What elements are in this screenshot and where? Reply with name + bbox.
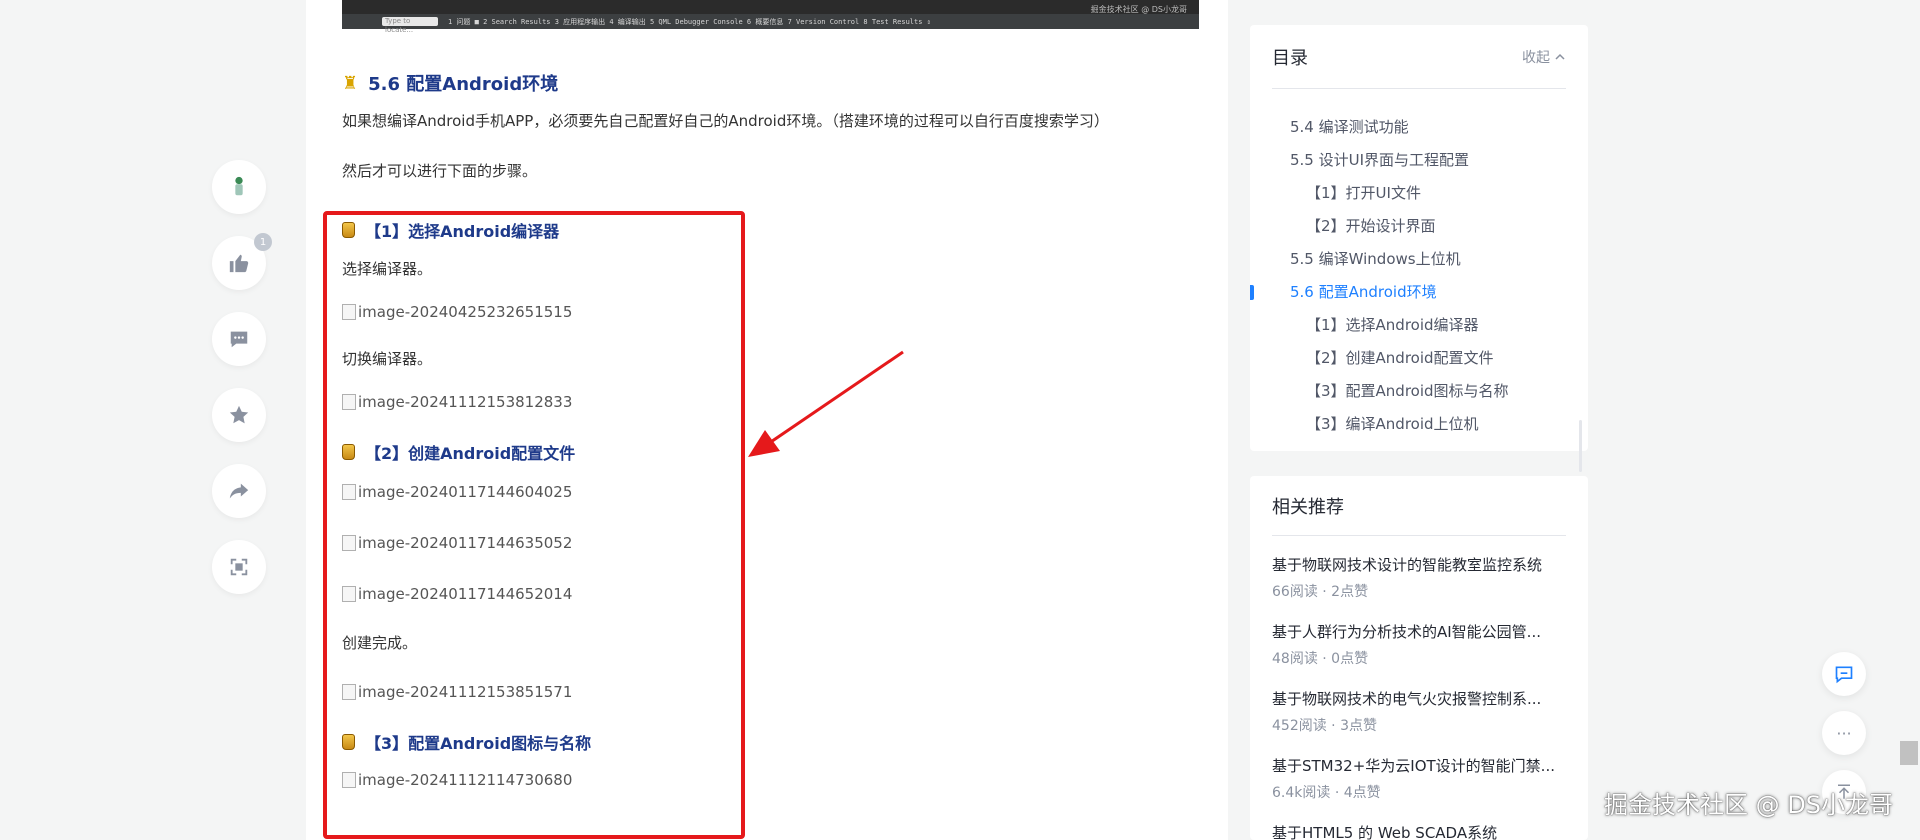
step2-done-text: 创建完成。 (342, 634, 418, 652)
ide-bottom-toolbar: Type to locate... 1 问题 ■ 2 Search Result… (342, 14, 1199, 34)
broken-image-icon (342, 684, 356, 700)
broken-image: image-20240425232651515 (342, 300, 1202, 324)
image-alt-text: image-20241112153812833 (358, 393, 573, 411)
related-item-title[interactable]: 基于人群行为分析技术的AI智能公园管... (1272, 621, 1566, 642)
toc-scrollbar[interactable] (1579, 420, 1582, 472)
like-count-badge: 1 (254, 233, 272, 251)
red-annotation-arrow-icon (748, 350, 904, 457)
toc-header: 目录 收起 (1272, 25, 1566, 89)
comment-button[interactable] (212, 312, 266, 366)
chevron-up-icon (1555, 53, 1565, 60)
avatar-figure-icon (235, 176, 243, 196)
toc-collapse-label: 收起 (1522, 49, 1550, 66)
star-icon (229, 405, 249, 424)
broken-image: image-20241112153851571 (342, 680, 1202, 704)
related-item-meta: 48阅读 · 0点赞 (1272, 651, 1369, 667)
broken-image-icon (342, 772, 356, 788)
image-alt-text: image-20240117144604025 (358, 483, 573, 501)
step3-heading: 【3】配置Android图标与名称 (342, 730, 1202, 754)
related-title: 相关推荐 (1272, 476, 1566, 536)
toc-item-active[interactable]: 5.6 配置Android环境 (1250, 276, 1570, 309)
step1-text: 选择编译器。 (342, 260, 433, 278)
image-alt-text: image-20240117144652014 (358, 585, 573, 603)
page-scrollbar-thumb[interactable] (1900, 741, 1918, 765)
related-item[interactable]: 基于人群行为分析技术的AI智能公园管... 48阅读 · 0点赞 (1272, 603, 1566, 670)
then-paragraph: 然后才可以进行下面的步骤。 (342, 162, 538, 180)
broken-image-icon (342, 394, 356, 410)
related-item-title[interactable]: 基于HTML5 的 Web SCADA系统 (1272, 822, 1566, 840)
step1-title: 【1】选择Android编译器 (365, 222, 560, 241)
focus-frame-icon (230, 558, 248, 576)
like-button[interactable]: 1 (212, 233, 272, 290)
related-item-title[interactable]: 基于STM32+华为云IOT设计的智能门禁... (1272, 755, 1566, 776)
ide-screenshot-image: 掘金技术社区 @ DS小龙哥 Type to locate... 1 问题 ■ … (342, 0, 1199, 34)
related-item[interactable]: 基于物联网技术的电气火灾报警控制系... 452阅读 · 3点赞 (1272, 670, 1566, 737)
table-of-contents: 目录 收起 5.4 编译测试功能 5.5 设计UI界面与工程配置 【1】打开UI… (1250, 25, 1588, 472)
intro-paragraph: 如果想编译Android手机APP，必须要先自己配置好自己的Android环境。… (342, 112, 1109, 130)
broken-image: image-20240117144604025 (342, 480, 1202, 504)
share-button[interactable] (212, 464, 266, 518)
bullet-emoji-icon (342, 222, 355, 238)
related-item[interactable]: 基于STM32+华为云IOT设计的智能门禁... 6.4k阅读 · 4点赞 (1272, 737, 1566, 804)
step1-heading: 【1】选择Android编译器 (342, 218, 1202, 242)
section-title: 5.6 配置Android环境 (368, 74, 559, 95)
site-watermark: 掘金技术社区 @ DS小龙哥 (1604, 791, 1893, 819)
broken-image-icon (342, 535, 356, 551)
bullet-emoji-icon (342, 734, 355, 750)
article-action-rail: 1 (212, 160, 272, 616)
more-dots-icon: ··· (1836, 723, 1852, 743)
toc-item[interactable]: 【1】选择Android编译器 (1250, 309, 1570, 342)
step2-title: 【2】创建Android配置文件 (365, 444, 576, 463)
author-avatar[interactable] (212, 160, 266, 214)
toc-item[interactable]: 5.5 设计UI界面与工程配置 (1250, 144, 1570, 177)
more-button[interactable]: ··· (1822, 711, 1866, 755)
related-item-meta: 66阅读 · 2点赞 (1272, 584, 1369, 600)
section-heading: ♜ 5.6 配置Android环境 (342, 68, 1202, 98)
toc-item[interactable]: 【2】创建Android配置文件 (1250, 342, 1570, 375)
step3-title: 【3】配置Android图标与名称 (365, 734, 592, 753)
toc-collapse-button[interactable]: 收起 (1522, 47, 1566, 67)
broken-image: image-20240117144652014 (342, 582, 1202, 606)
broken-image-icon (342, 304, 356, 320)
related-item-meta: 452阅读 · 3点赞 (1272, 718, 1377, 734)
toc-item[interactable]: 【3】编译Android上位机 (1250, 408, 1570, 441)
comment-icon (230, 331, 248, 348)
related-item-title[interactable]: 基于物联网技术设计的智能教室监控系统 (1272, 554, 1566, 575)
toc-list: 5.4 编译测试功能 5.5 设计UI界面与工程配置 【1】打开UI文件 【2】… (1250, 111, 1570, 441)
fullscreen-button[interactable] (212, 540, 266, 594)
chat-bubble-icon (1835, 666, 1853, 684)
related-item-meta: 6.4k阅读 · 4点赞 (1272, 785, 1381, 801)
toc-item[interactable]: 【1】打开UI文件 (1250, 177, 1570, 210)
favorite-button[interactable] (212, 388, 266, 442)
toc-item[interactable]: 【3】配置Android图标与名称 (1250, 375, 1570, 408)
broken-image: image-20241112114730680 (342, 768, 1202, 792)
toc-item[interactable]: 5.4 编译测试功能 (1250, 111, 1570, 144)
heading-emoji-icon: ♜ (342, 72, 359, 94)
related-articles: 相关推荐 基于物联网技术设计的智能教室监控系统 66阅读 · 2点赞 基于人群行… (1250, 476, 1588, 840)
bullet-emoji-icon (342, 444, 355, 460)
broken-image: image-20240117144635052 (342, 531, 1202, 555)
image-alt-text: image-20241112153851571 (358, 683, 573, 701)
broken-image-icon (342, 586, 356, 602)
broken-image-icon (342, 484, 356, 500)
related-item[interactable]: 基于HTML5 的 Web SCADA系统 (1272, 804, 1566, 840)
feedback-button[interactable] (1822, 652, 1866, 696)
image-alt-text: image-20240425232651515 (358, 303, 573, 321)
ide-output-tabs: 1 问题 ■ 2 Search Results 3 应用程序输出 4 编译输出 … (448, 17, 931, 26)
locate-box: Type to locate... (382, 17, 438, 34)
toc-item[interactable]: 5.5 编译Windows上位机 (1250, 243, 1570, 276)
related-item[interactable]: 基于物联网技术设计的智能教室监控系统 66阅读 · 2点赞 (1272, 536, 1566, 603)
image-alt-text: image-20240117144635052 (358, 534, 573, 552)
image-alt-text: image-20241112114730680 (358, 771, 573, 789)
toc-title: 目录 (1272, 47, 1308, 69)
toc-item[interactable]: 【2】开始设计界面 (1250, 210, 1570, 243)
share-arrow-icon (229, 483, 249, 499)
thumbs-up-icon (229, 254, 249, 273)
related-item-title[interactable]: 基于物联网技术的电气火灾报警控制系... (1272, 688, 1566, 709)
